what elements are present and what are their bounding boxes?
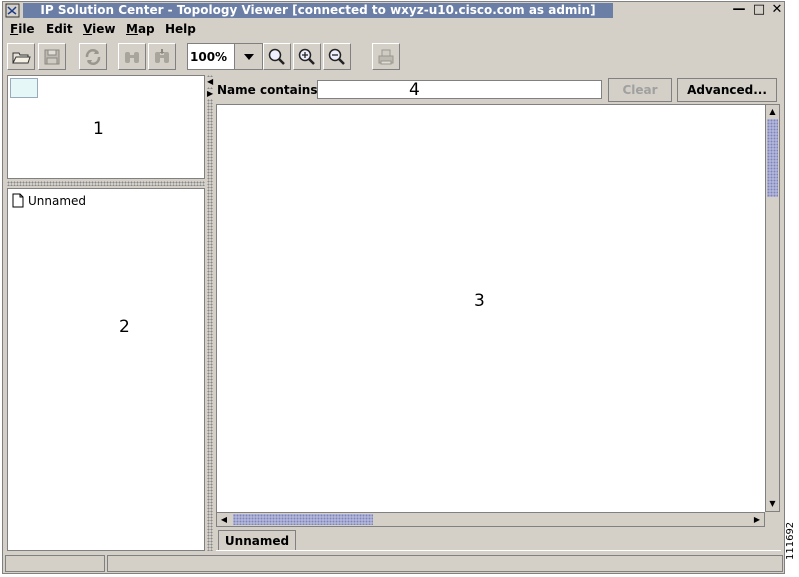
find-button[interactable] (118, 43, 146, 70)
zoom-in-icon (298, 48, 315, 65)
filter-bar: Name contains: 4 Clear Advanced... (215, 78, 785, 102)
menu-map[interactable]: Map (126, 22, 155, 36)
zoom-dropdown-button[interactable] (234, 44, 262, 69)
scroll-down-arrow-icon[interactable]: ▼ (766, 497, 779, 511)
zoom-out-icon (328, 48, 345, 65)
toolbar: 100% (3, 42, 784, 72)
callout-3: 3 (474, 291, 485, 311)
map-tree-pane[interactable]: Unnamed 2 (7, 188, 205, 551)
menu-help[interactable]: Help (165, 22, 196, 36)
collapse-left-arrow-icon[interactable]: ◀ (207, 77, 213, 87)
open-folder-icon (12, 52, 31, 63)
tree-item-unnamed[interactable]: Unnamed (12, 193, 86, 208)
callout-2: 2 (119, 317, 130, 337)
print-icon (378, 49, 394, 64)
status-bar (3, 554, 784, 573)
topology-viewer-window: IP Solution Center - Topology Viewer [co… (2, 1, 785, 574)
menu-file[interactable]: File (10, 22, 35, 36)
minimize-button[interactable]: — (731, 2, 747, 18)
save-disk-icon (44, 49, 60, 64)
find-binoculars-icon (125, 51, 139, 63)
zoom-in-button[interactable] (293, 43, 321, 70)
close-button[interactable]: ✕ (769, 2, 785, 18)
overview-pane[interactable]: 1 (7, 75, 205, 179)
topology-map-canvas[interactable]: 3 (216, 104, 765, 512)
zoom-button[interactable] (263, 43, 291, 70)
zoom-out-button[interactable] (323, 43, 351, 70)
menu-map-label: ap (137, 22, 155, 36)
find-next-button[interactable] (148, 43, 176, 70)
print-button[interactable] (372, 43, 400, 70)
find-next-binoculars-icon (155, 48, 169, 63)
window-title: IP Solution Center - Topology Viewer [co… (23, 3, 613, 18)
menu-help-label: Help (165, 22, 196, 36)
menu-edit-label: Edit (46, 22, 73, 36)
title-bar[interactable]: IP Solution Center - Topology Viewer [co… (3, 2, 784, 19)
expand-right-arrow-icon[interactable]: ▶ (207, 89, 213, 99)
refresh-icon (85, 48, 101, 65)
menu-bar: File Edit View Map Help (3, 20, 784, 40)
menu-edit[interactable]: Edit (46, 22, 73, 36)
tree-item-label: Unnamed (28, 193, 87, 208)
zoom-icon (268, 48, 285, 65)
name-contains-input[interactable] (317, 80, 602, 99)
zoom-level-select[interactable]: 100% (187, 43, 263, 70)
figure-number: 111692 (785, 521, 796, 560)
status-cell-left (5, 555, 105, 572)
horizontal-split-handle[interactable] (7, 181, 205, 186)
scroll-left-arrow-icon[interactable]: ◀ (217, 513, 231, 526)
scroll-up-arrow-icon[interactable]: ▲ (766, 105, 779, 119)
callout-1: 1 (93, 119, 104, 139)
maximize-button[interactable]: □ (751, 2, 767, 18)
vertical-scrollbar[interactable]: ▲ ▼ (765, 104, 780, 512)
name-contains-label: Name contains: (217, 83, 323, 97)
app-icon[interactable] (5, 3, 20, 18)
tab-unnamed[interactable]: Unnamed (218, 530, 296, 550)
advanced-button[interactable]: Advanced... (677, 78, 777, 102)
menu-view[interactable]: View (83, 22, 115, 36)
menu-file-label: ile (18, 22, 35, 36)
save-button[interactable] (38, 43, 66, 70)
clear-button[interactable]: Clear (608, 78, 672, 102)
vertical-split-handle[interactable]: ◀ ▶ (207, 75, 213, 551)
status-cell-main (107, 555, 783, 572)
scroll-right-arrow-icon[interactable]: ▶ (750, 513, 764, 526)
chevron-down-icon (243, 53, 254, 60)
open-button[interactable] (7, 43, 35, 70)
menu-map-mnemonic: M (126, 22, 138, 36)
menu-view-mnemonic: V (83, 22, 93, 36)
tab-divider (216, 550, 781, 551)
overview-viewport-thumbnail[interactable] (10, 78, 38, 98)
zoom-level-value: 100% (190, 50, 228, 64)
refresh-button[interactable] (79, 43, 107, 70)
document-icon (12, 193, 24, 208)
callout-4: 4 (409, 80, 420, 100)
menu-view-label: iew (92, 22, 116, 36)
menu-file-mnemonic: F (10, 22, 19, 36)
vertical-scroll-thumb[interactable] (767, 119, 778, 197)
horizontal-scrollbar[interactable]: ◀ ▶ (216, 512, 765, 527)
horizontal-scroll-thumb[interactable] (233, 514, 373, 525)
